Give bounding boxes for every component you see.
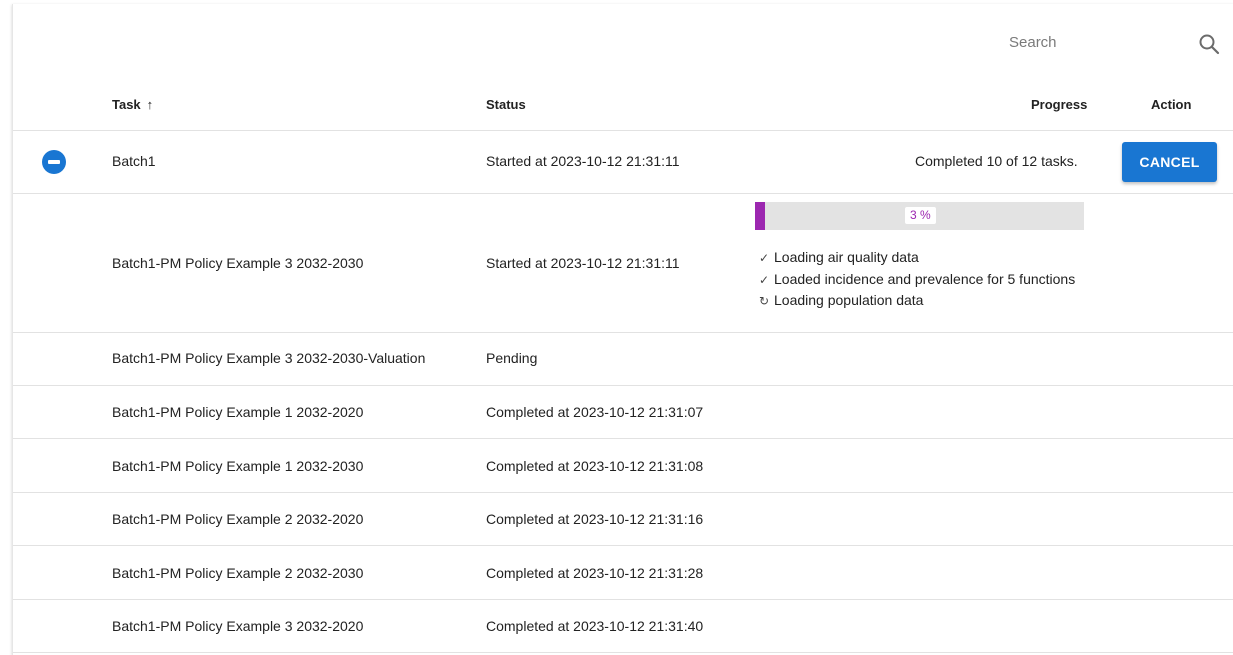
column-header-task[interactable]: Task ↑ — [112, 97, 153, 112]
sort-ascending-icon[interactable]: ↑ — [147, 97, 154, 112]
task-name: Batch1-PM Policy Example 2 2032-2030 — [112, 565, 364, 581]
table-row: Batch1-PM Policy Example 3 2032-2030-Val… — [13, 333, 1233, 386]
column-header-status: Status — [486, 97, 526, 112]
check-icon: ✓ — [758, 251, 770, 265]
batch-progress-text: Completed 10 of 12 tasks. — [915, 153, 1078, 169]
progress-step-text: Loaded incidence and prevalence for 5 fu… — [774, 270, 1076, 287]
task-status: Completed at 2023-10-12 21:31:16 — [486, 511, 704, 527]
task-table-panel: Task ↑ Status Progress Action Batch1 Star… — [12, 4, 1233, 655]
progress-bar-fill — [755, 202, 765, 230]
cancel-button[interactable]: CANCEL — [1122, 142, 1217, 182]
progress-step-text: Loading air quality data — [774, 249, 919, 265]
column-header-task-label: Task — [112, 97, 141, 112]
progress-step-text: Loading population data — [774, 292, 924, 308]
task-status: Completed at 2023-10-12 21:31:28 — [486, 565, 704, 581]
task-status: Completed at 2023-10-12 21:31:40 — [486, 618, 704, 634]
task-name: Batch1-PM Policy Example 3 2032-2030 — [112, 255, 364, 271]
progress-step: ✓ Loading air quality data — [757, 247, 1075, 269]
task-name: Batch1-PM Policy Example 1 2032-2030 — [112, 458, 364, 474]
task-status: Completed at 2023-10-12 21:31:07 — [486, 404, 704, 420]
task-status: Pending — [486, 350, 538, 366]
search-icon[interactable] — [1197, 32, 1221, 56]
column-header-action: Action — [1151, 97, 1192, 112]
progress-step: ✓ Loaded incidence and prevalence for 5 f… — [757, 269, 1075, 291]
column-header-progress: Progress — [1031, 97, 1088, 112]
search-input[interactable] — [1009, 34, 1179, 51]
batch-task-name: Batch1 — [112, 153, 156, 169]
task-name: Batch1-PM Policy Example 3 2032-2030-Val… — [112, 350, 426, 366]
table-row: Batch1-PM Policy Example 2 2032-2020 Com… — [13, 493, 1233, 546]
search-box[interactable] — [1009, 30, 1189, 58]
progress-step: ↻ Loading population data — [757, 290, 1075, 312]
minus-circle-icon[interactable] — [42, 150, 66, 174]
table-row: Batch1-PM Policy Example 3 2032-2030 Sta… — [13, 194, 1233, 333]
batch-row: Batch1 Started at 2023-10-12 21:31:11 Co… — [13, 131, 1233, 194]
table-row: Batch1-PM Policy Example 3 2032-2020 Com… — [13, 600, 1233, 653]
progress-percent-label: 3 % — [905, 207, 936, 224]
batch-status: Started at 2023-10-12 21:31:11 — [486, 153, 680, 169]
task-status: Completed at 2023-10-12 21:31:08 — [486, 458, 704, 474]
check-icon: ✓ — [758, 272, 770, 287]
task-name: Batch1-PM Policy Example 3 2032-2020 — [112, 618, 364, 634]
sync-icon: ↻ — [758, 294, 770, 308]
task-status: Started at 2023-10-12 21:31:11 — [486, 255, 680, 271]
progress-steps: ✓ Loading air quality data ✓ Loaded incide… — [757, 247, 1075, 312]
table-row: Batch1-PM Policy Example 1 2032-2030 Com… — [13, 440, 1233, 493]
task-name: Batch1-PM Policy Example 2 2032-2020 — [112, 511, 364, 527]
task-name: Batch1-PM Policy Example 1 2032-2020 — [112, 404, 364, 420]
table-header-row: Task ↑ Status Progress Action — [13, 84, 1233, 131]
progress-bar: 3 % — [755, 202, 1084, 230]
table-row: Batch1-PM Policy Example 1 2032-2020 Com… — [13, 386, 1233, 439]
table-row: Batch1-PM Policy Example 2 2032-2030 Com… — [13, 547, 1233, 600]
